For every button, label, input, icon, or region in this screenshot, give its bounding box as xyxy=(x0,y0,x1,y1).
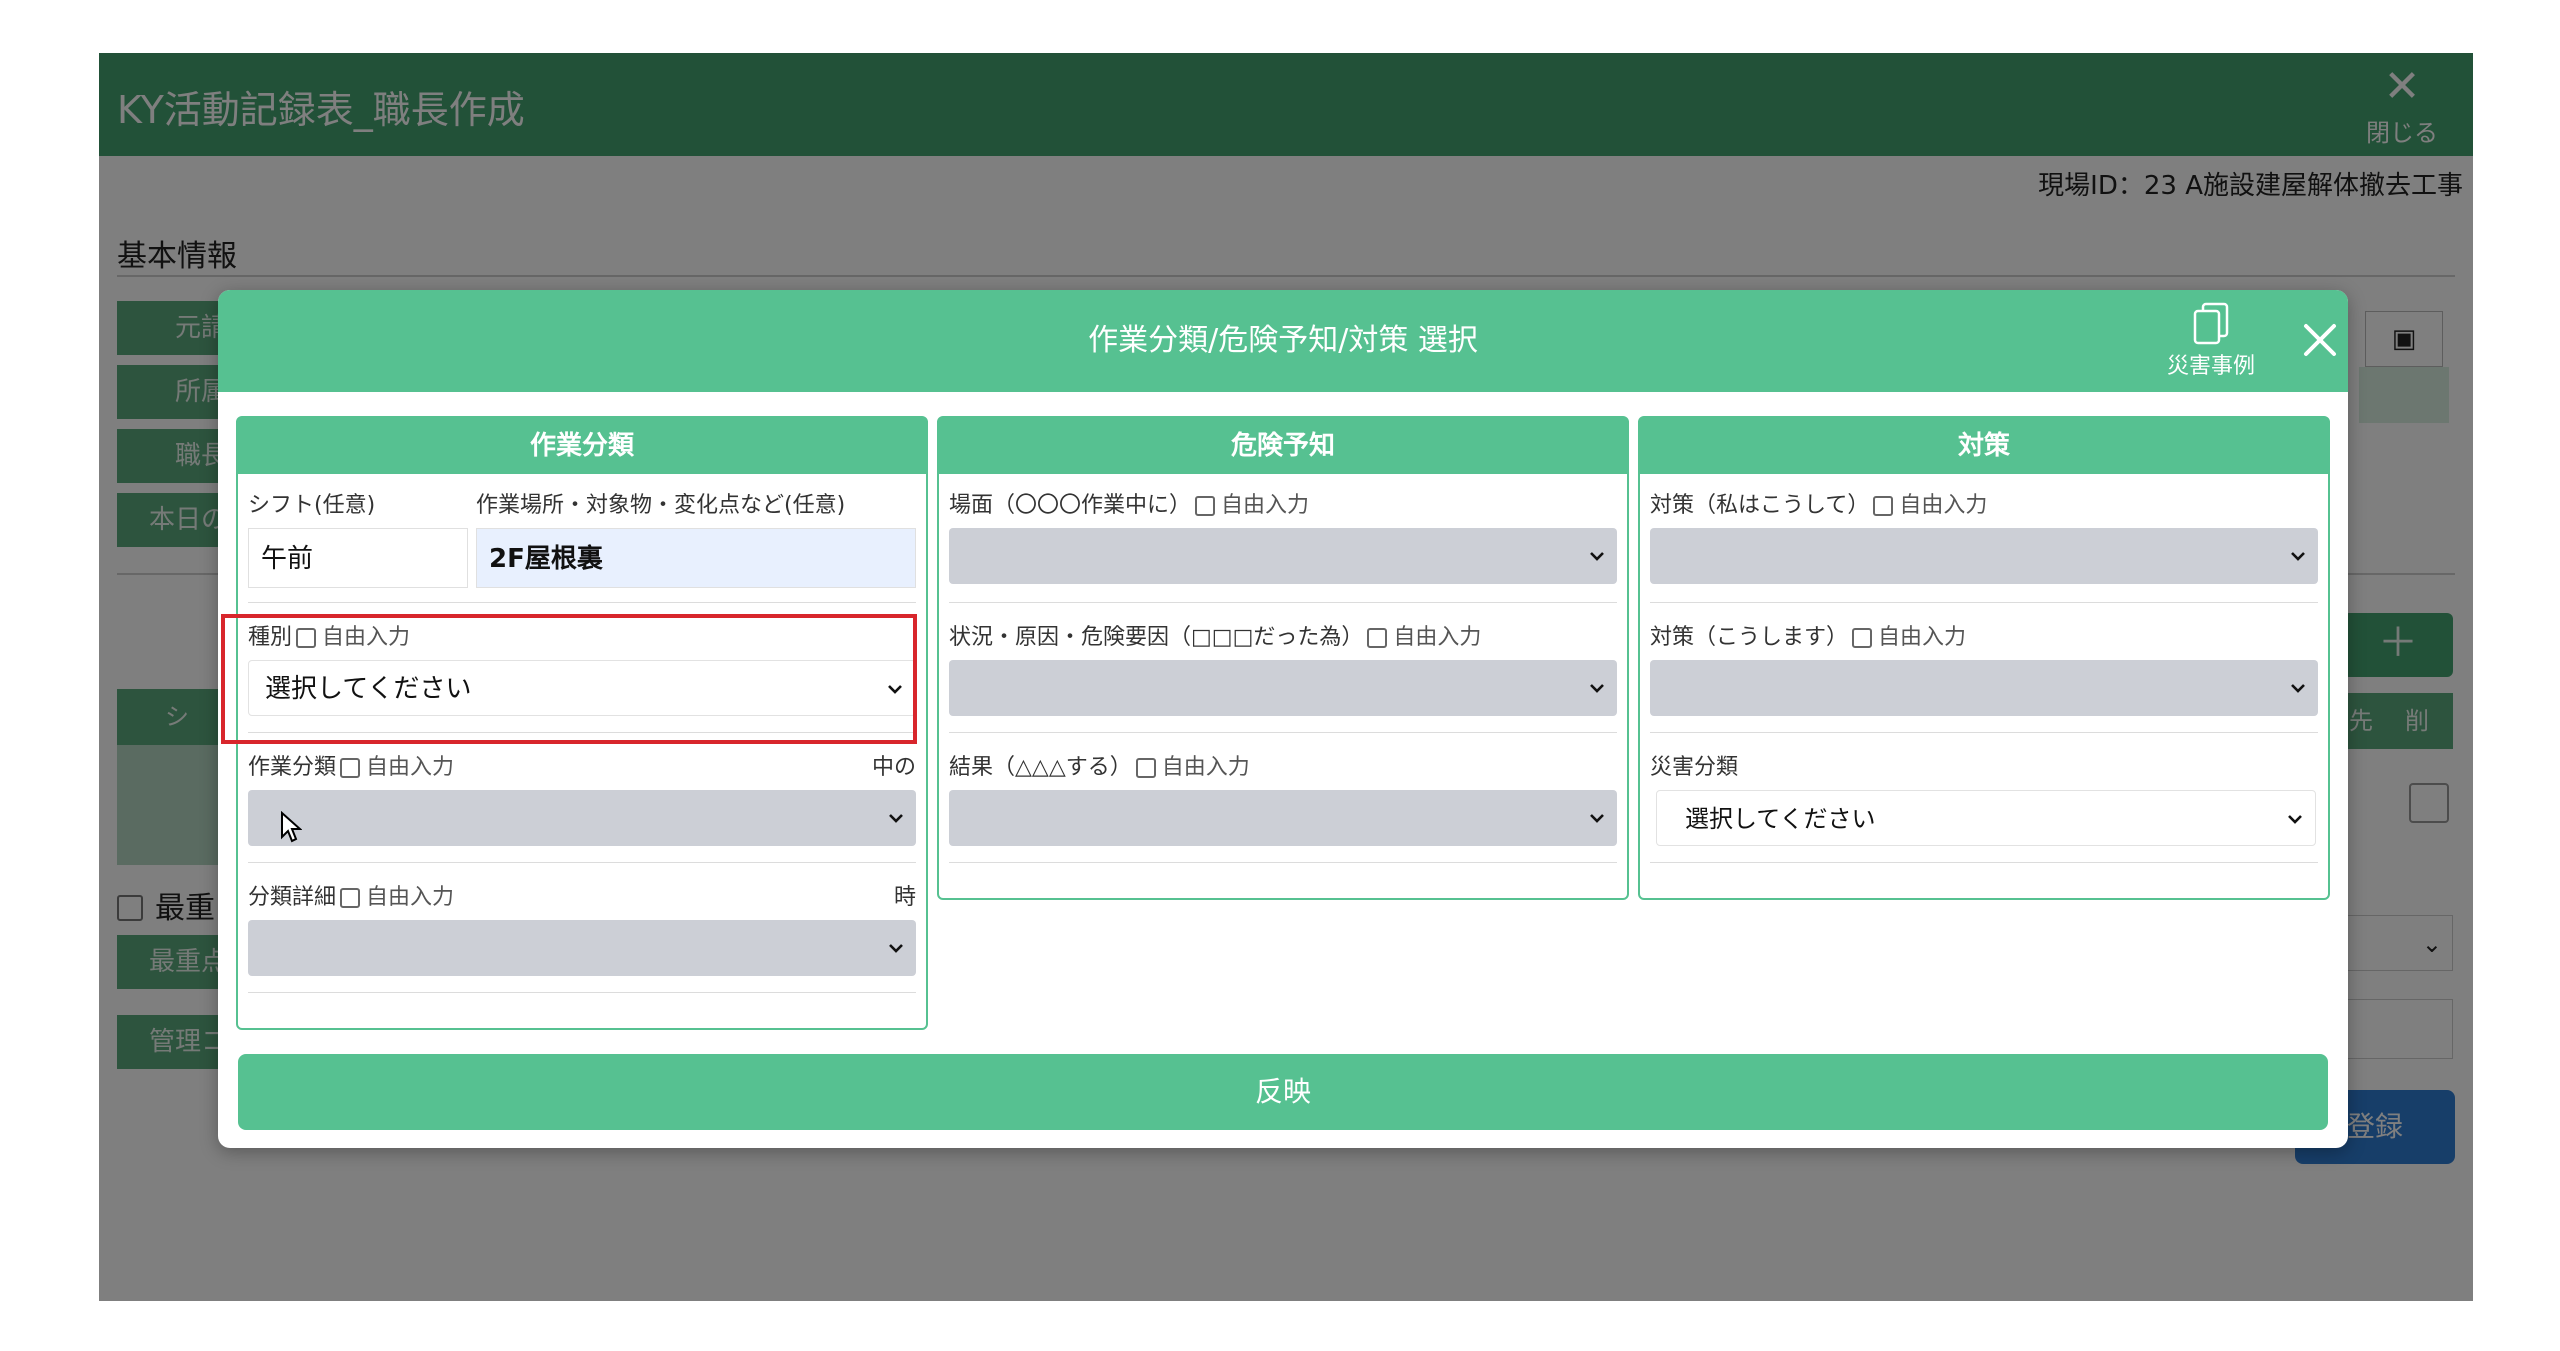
measure1-label: 対策（私はこうして） xyxy=(1650,493,1870,518)
field-divider xyxy=(949,602,1617,603)
measure1-select[interactable] xyxy=(1650,528,2318,584)
field-divider xyxy=(949,732,1617,733)
chevron-down-icon xyxy=(1590,552,1604,561)
result-free-input-label: 自由入力 xyxy=(1161,755,1250,780)
shift-place-labels: シフト(任意) 作業場所・対象物・変化点など(任意) xyxy=(248,490,916,522)
apply-button[interactable]: 反映 xyxy=(238,1054,2328,1130)
cause-field: 状況・原因・危険要因（□□□だった為） 自由入力 xyxy=(949,622,1617,716)
chevron-down-icon xyxy=(889,814,903,823)
scene-free-input-label: 自由入力 xyxy=(1221,493,1310,518)
chevron-down-icon xyxy=(1590,814,1604,823)
detail-hint: 時 xyxy=(893,885,916,910)
disaster-category-value: 選択してください xyxy=(1685,805,1876,833)
field-divider xyxy=(248,992,916,993)
measure2-free-input-label: 自由入力 xyxy=(1878,625,1967,650)
cause-free-input-checkbox[interactable] xyxy=(1367,628,1388,648)
disaster-cases-button[interactable]: 災害事例 xyxy=(2156,302,2266,382)
scene-label-row: 場面（〇〇〇作業中に） 自由入力 xyxy=(949,490,1617,522)
disaster-category-select[interactable]: 選択してください xyxy=(1656,790,2316,846)
modal-header: 作業分類/危険予知/対策 選択 災害事例 xyxy=(218,290,2348,392)
cause-free-input-label: 自由入力 xyxy=(1393,625,1482,650)
modal-close-button[interactable] xyxy=(2290,310,2348,370)
field-divider xyxy=(1650,602,2318,603)
category-hint: 中の xyxy=(871,755,916,780)
place-label: 作業場所・対象物・変化点など(任意) xyxy=(476,493,846,518)
measure2-field: 対策（こうします） 自由入力 xyxy=(1650,622,2318,716)
modal-title: 作業分類/危険予知/対策 選択 xyxy=(1088,323,1478,358)
scene-label: 場面（〇〇〇作業中に） xyxy=(949,493,1192,518)
result-select[interactable] xyxy=(949,790,1617,846)
field-divider xyxy=(1650,862,2318,863)
hazard-panel-title: 危険予知 xyxy=(939,418,1627,474)
shift-input[interactable]: 午前 xyxy=(248,528,468,588)
detail-label-row: 分類詳細 自由入力 時 xyxy=(248,882,916,914)
category-field: 作業分類 自由入力 中の xyxy=(248,752,916,846)
measure1-field: 対策（私はこうして） 自由入力 xyxy=(1650,490,2318,584)
category-select[interactable] xyxy=(248,790,916,846)
detail-field: 分類詳細 自由入力 時 xyxy=(248,882,916,976)
mouse-cursor-icon xyxy=(280,810,303,847)
result-field: 結果（△△△する） 自由入力 xyxy=(949,752,1617,846)
result-label: 結果（△△△する） xyxy=(949,755,1132,780)
field-divider xyxy=(248,602,916,603)
shift-label: シフト(任意) xyxy=(248,493,376,518)
scene-field: 場面（〇〇〇作業中に） 自由入力 xyxy=(949,490,1617,584)
detail-select[interactable] xyxy=(248,920,916,976)
close-icon xyxy=(2304,324,2336,356)
scene-free-input-checkbox[interactable] xyxy=(1195,496,1216,516)
place-input[interactable]: 2F屋根裏 xyxy=(476,528,916,588)
document-icon xyxy=(2193,302,2229,345)
cause-select[interactable] xyxy=(949,660,1617,716)
field-divider xyxy=(1650,732,2318,733)
measure1-free-input-label: 自由入力 xyxy=(1899,493,1988,518)
disaster-category-field: 災害分類 選択してください xyxy=(1650,752,2318,846)
measure2-free-input-checkbox[interactable] xyxy=(1852,628,1873,648)
chevron-down-icon xyxy=(1590,684,1604,693)
measure2-label: 対策（こうします） xyxy=(1650,625,1849,650)
disaster-cases-label: 災害事例 xyxy=(2166,354,2255,379)
field-divider xyxy=(949,862,1617,863)
result-label-row: 結果（△△△する） 自由入力 xyxy=(949,752,1617,784)
cause-label-row: 状況・原因・危険要因（□□□だった為） 自由入力 xyxy=(949,622,1617,654)
category-free-input-checkbox[interactable] xyxy=(340,758,361,778)
disaster-category-label: 災害分類 xyxy=(1650,755,1739,780)
cause-label: 状況・原因・危険要因（□□□だった為） xyxy=(949,625,1364,650)
scene-select[interactable] xyxy=(949,528,1617,584)
detail-free-input-checkbox[interactable] xyxy=(340,888,361,908)
category-label-row: 作業分類 自由入力 中の xyxy=(248,752,916,784)
measure1-free-input-checkbox[interactable] xyxy=(1873,496,1894,516)
chevron-down-icon xyxy=(2291,684,2305,693)
chevron-down-icon xyxy=(2288,815,2302,824)
selection-modal: 作業分類/危険予知/対策 選択 災害事例 作業分類 シフト(任意) 作業場所・対… xyxy=(218,290,2348,1148)
measure2-select[interactable] xyxy=(1650,660,2318,716)
measure2-label-row: 対策（こうします） 自由入力 xyxy=(1650,622,2318,654)
detail-label: 分類詳細 xyxy=(248,885,337,910)
kind-field-highlight xyxy=(221,614,917,744)
chevron-down-icon xyxy=(889,944,903,953)
detail-free-input-label: 自由入力 xyxy=(366,885,455,910)
result-free-input-checkbox[interactable] xyxy=(1135,758,1156,778)
chevron-down-icon xyxy=(2291,552,2305,561)
category-free-input-label: 自由入力 xyxy=(366,755,455,780)
hazard-prediction-panel: 危険予知 場面（〇〇〇作業中に） 自由入力 状況・原因・危険要因（□□□だった為）… xyxy=(937,416,1629,900)
measure1-label-row: 対策（私はこうして） 自由入力 xyxy=(1650,490,2318,522)
measures-panel: 対策 対策（私はこうして） 自由入力 対策（こうします） 自由入力 災害分類 選択し… xyxy=(1638,416,2330,900)
work-panel-title: 作業分類 xyxy=(238,418,926,474)
shift-place-field: シフト(任意) 作業場所・対象物・変化点など(任意) xyxy=(248,490,916,522)
category-label: 作業分類 xyxy=(248,755,337,780)
measures-panel-title: 対策 xyxy=(1640,418,2328,474)
field-divider xyxy=(248,862,916,863)
